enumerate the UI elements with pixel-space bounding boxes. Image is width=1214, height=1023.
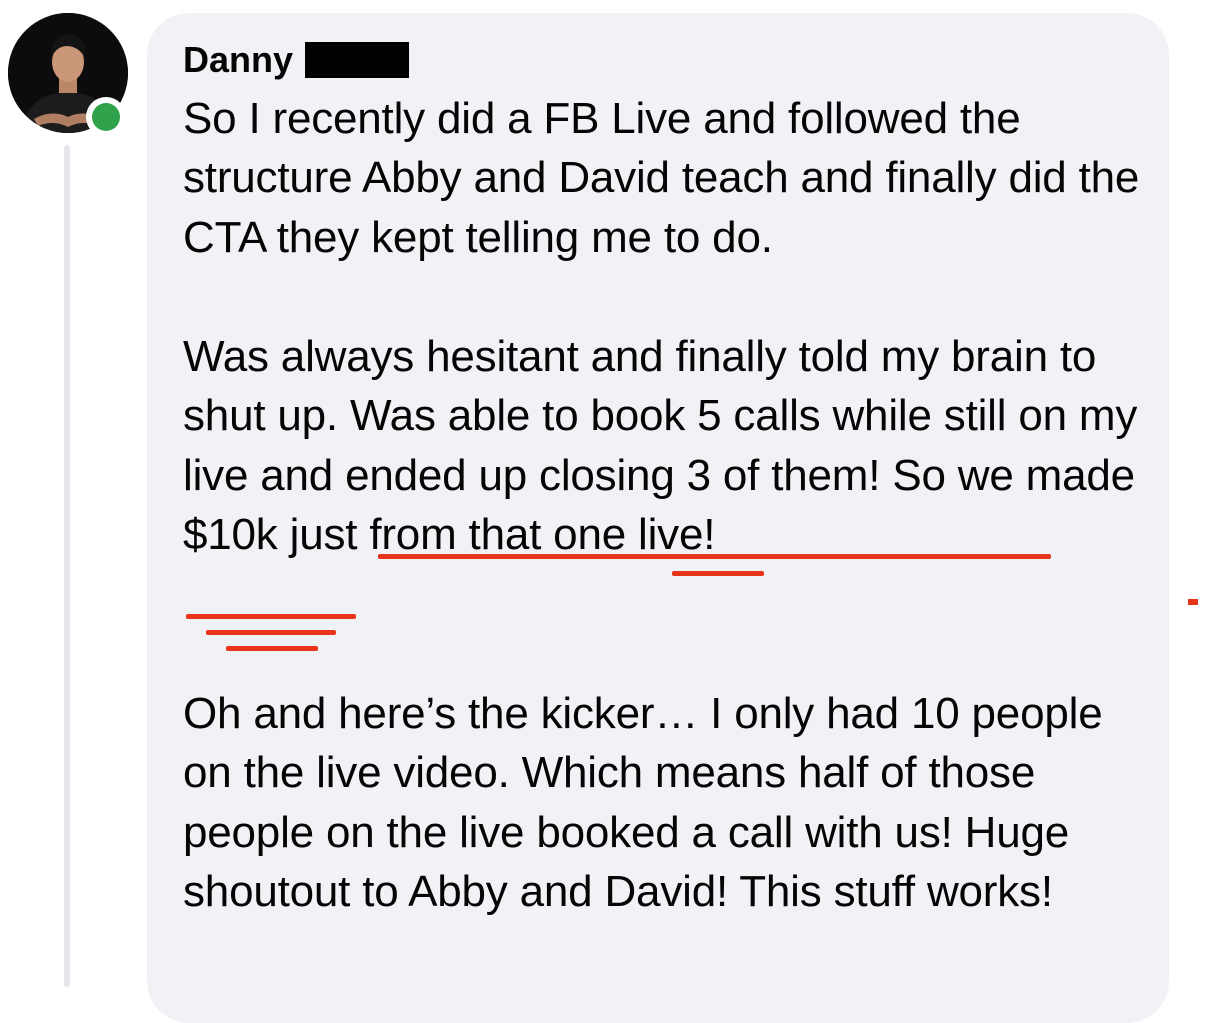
annotation-underline bbox=[226, 646, 318, 651]
annotation-underline bbox=[378, 554, 1051, 559]
comment-author[interactable]: Danny bbox=[183, 38, 293, 82]
comment-paragraph-1: So I recently did a FB Live and followed… bbox=[183, 94, 1140, 262]
comment-paragraph-2: Was always hesitant and finally told my … bbox=[183, 327, 1163, 565]
annotation-mark bbox=[1188, 599, 1198, 605]
online-status-dot bbox=[86, 97, 126, 137]
annotation-underline bbox=[206, 630, 336, 635]
annotation-underline bbox=[186, 614, 356, 619]
annotation-underline bbox=[672, 571, 764, 576]
reply-thread-line bbox=[64, 145, 70, 987]
comment-paragraph-3: Oh and here’s the kicker… I only had 10 … bbox=[183, 689, 1103, 917]
redacted-surname bbox=[305, 42, 409, 78]
